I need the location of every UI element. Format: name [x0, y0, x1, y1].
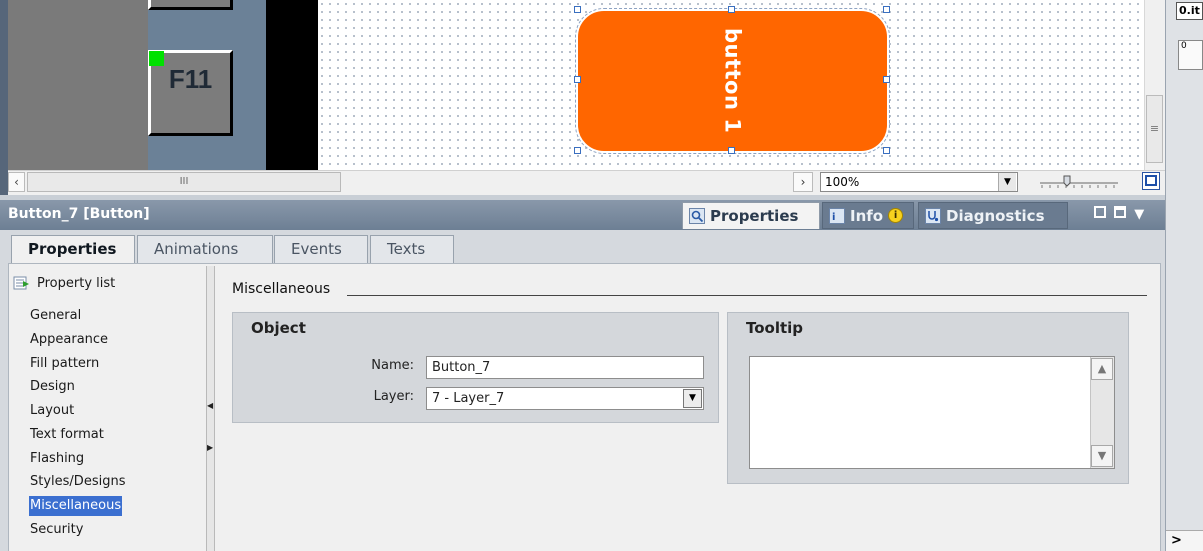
chevron-down-icon[interactable]: ▼	[998, 173, 1016, 191]
category-appearance[interactable]: Appearance	[29, 330, 109, 350]
category-general[interactable]: General	[29, 306, 82, 326]
zoom-value: 100%	[825, 175, 860, 189]
diagnostics-icon	[925, 207, 941, 224]
resize-handle-nw[interactable]	[574, 6, 581, 13]
zoom-fit-icon[interactable]	[1142, 172, 1160, 190]
resize-handle-e[interactable]	[883, 76, 890, 83]
collapse-icon[interactable]: ▼	[1134, 207, 1144, 222]
tab-info-label: Info	[850, 206, 884, 225]
inspector-title: Button_7 [Button]	[8, 206, 150, 222]
layer-label: Layer:	[373, 389, 414, 404]
category-miscellaneous[interactable]: Miscellaneous	[29, 496, 123, 516]
tab-properties[interactable]: Properties	[682, 202, 820, 229]
category-styles-designs[interactable]: Styles/Designs	[29, 472, 126, 492]
scroll-right-icon[interactable]: ›	[793, 172, 813, 192]
right-panel-item-2[interactable]: 0	[1178, 40, 1203, 70]
svg-text:i: i	[832, 212, 835, 223]
float-window-icon[interactable]	[1094, 206, 1106, 218]
inspector-window-controls: ▼	[1094, 206, 1160, 224]
category-layout[interactable]: Layout	[29, 401, 75, 421]
right-panel-expand-button[interactable]: >	[1166, 530, 1203, 551]
subtab-events[interactable]: Events	[274, 235, 368, 263]
name-field[interactable]: Button_7	[426, 356, 704, 379]
info-tab-icon: i	[829, 207, 845, 224]
tab-diagnostics-label: Diagnostics	[946, 206, 1045, 225]
category-text-format[interactable]: Text format	[29, 425, 105, 445]
tooltip-group-title: Tooltip	[746, 319, 804, 337]
right-side-panel	[1165, 0, 1203, 551]
category-flashing[interactable]: Flashing	[29, 449, 85, 469]
object-group-title: Object	[251, 319, 306, 337]
category-fill-pattern[interactable]: Fill pattern	[29, 354, 100, 374]
resize-handle-se[interactable]	[883, 147, 890, 154]
resize-handle-w[interactable]	[574, 76, 581, 83]
right-panel-item-2-label: 0	[1181, 41, 1187, 51]
resize-handle-n[interactable]	[728, 6, 735, 13]
key-status-marker	[149, 51, 164, 66]
tooltip-textarea[interactable]	[749, 356, 1115, 469]
resize-handle-s[interactable]	[728, 147, 735, 154]
layer-select[interactable]: 7 - Layer_7	[426, 387, 704, 410]
hmi-button-1[interactable]	[575, 8, 890, 154]
right-panel-item[interactable]: 0.it	[1176, 2, 1203, 20]
maximize-window-icon[interactable]	[1114, 206, 1127, 218]
section-title: Miscellaneous	[232, 281, 331, 297]
resize-handle-sw[interactable]	[574, 147, 581, 154]
resize-handle-ne[interactable]	[883, 6, 890, 13]
screen-panel-black	[266, 0, 318, 170]
scroll-up-icon[interactable]: ▲	[1091, 358, 1113, 380]
subtab-texts[interactable]: Texts	[370, 235, 454, 263]
vertical-scroll-thumb[interactable]: ≡	[1146, 95, 1163, 163]
scroll-left-icon[interactable]: ‹	[8, 172, 25, 192]
tab-diagnostics[interactable]: Diagnostics	[918, 202, 1068, 229]
screen-panel-gray	[8, 0, 148, 170]
zoom-slider[interactable]	[1038, 175, 1122, 189]
subtab-properties[interactable]: Properties	[11, 235, 135, 264]
info-icon: i	[888, 208, 904, 223]
tab-info[interactable]: i Info i	[822, 202, 914, 229]
section-divider	[347, 295, 1147, 296]
category-security[interactable]: Security	[29, 520, 84, 540]
name-label: Name:	[371, 358, 414, 373]
property-list-icon	[13, 276, 29, 290]
collapse-left-icon[interactable]: ◀	[207, 401, 214, 411]
property-list-label: Property list	[37, 275, 116, 291]
tab-properties-label: Properties	[710, 207, 799, 225]
subtab-animations[interactable]: Animations	[137, 235, 273, 263]
zoom-slider-thumb	[1063, 175, 1071, 187]
category-design[interactable]: Design	[29, 377, 76, 397]
function-key-f10[interactable]	[148, 0, 233, 10]
zoom-select[interactable]: 100%	[820, 172, 1018, 192]
canvas-frame	[0, 0, 8, 195]
properties-icon	[689, 208, 705, 224]
function-key-label: F11	[168, 64, 213, 94]
scroll-down-icon[interactable]: ▼	[1091, 445, 1113, 467]
property-list-button[interactable]: Property list	[13, 272, 115, 294]
chevron-down-icon[interactable]: ▼	[683, 389, 702, 408]
expand-right-icon[interactable]: ▶	[207, 443, 214, 453]
horizontal-scroll-thumb[interactable]: III	[27, 172, 341, 192]
layer-select-value: 7 - Layer_7	[432, 391, 505, 406]
name-field-value: Button_7	[432, 360, 491, 375]
